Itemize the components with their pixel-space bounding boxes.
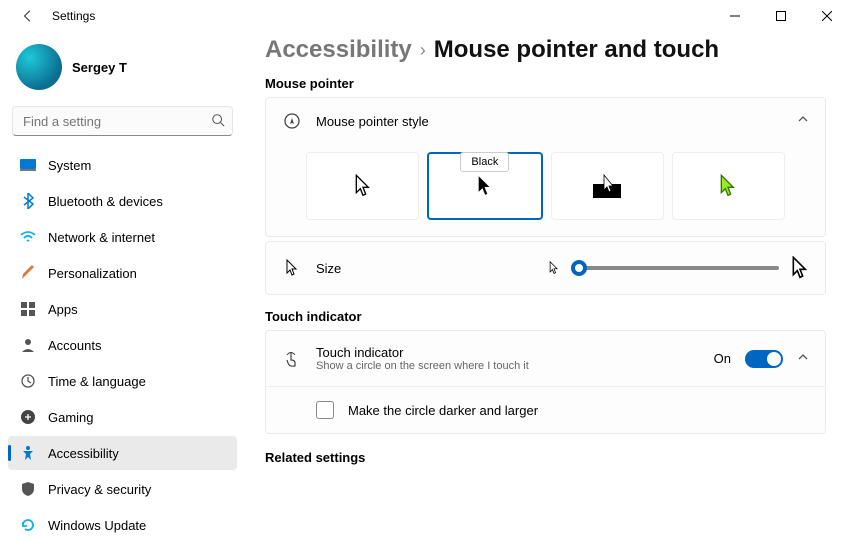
pointer-style-inverted[interactable] bbox=[551, 152, 664, 220]
main-content: Accessibility › Mouse pointer and touch … bbox=[245, 32, 850, 525]
large-cursor-icon bbox=[791, 256, 809, 280]
darker-label: Make the circle darker and larger bbox=[348, 403, 809, 418]
window-controls bbox=[712, 0, 850, 32]
close-button[interactable] bbox=[804, 0, 850, 32]
size-label: Size bbox=[316, 261, 535, 276]
search-box bbox=[12, 106, 233, 136]
back-button[interactable] bbox=[12, 9, 44, 23]
sidebar-item-label: Accounts bbox=[48, 338, 101, 353]
sidebar-item-network[interactable]: Network & internet bbox=[8, 220, 237, 254]
darker-checkbox[interactable] bbox=[316, 401, 334, 419]
touch-card-sub: Show a circle on the screen where I touc… bbox=[316, 360, 700, 372]
sidebar: Sergey T System Bluetooth & devices Netw… bbox=[0, 32, 245, 525]
sidebar-item-label: System bbox=[48, 158, 91, 173]
accessibility-icon bbox=[20, 445, 36, 461]
pointer-style-icon bbox=[282, 112, 302, 130]
sidebar-item-privacy[interactable]: Privacy & security bbox=[8, 472, 237, 506]
sidebar-item-label: Apps bbox=[48, 302, 78, 317]
section-touch-indicator: Touch indicator bbox=[265, 309, 826, 324]
pointer-style-options: Black bbox=[266, 144, 825, 236]
toggle-state: On bbox=[714, 351, 731, 366]
chevron-up-icon bbox=[797, 350, 809, 368]
sidebar-item-accessibility[interactable]: Accessibility bbox=[8, 436, 237, 470]
breadcrumb: Accessibility › Mouse pointer and touch bbox=[265, 36, 826, 64]
card-title: Mouse pointer style bbox=[316, 114, 783, 129]
sidebar-item-label: Personalization bbox=[48, 266, 137, 281]
pointer-size-row: Size bbox=[266, 242, 825, 294]
sidebar-item-label: Windows Update bbox=[48, 518, 146, 533]
titlebar: Settings bbox=[0, 0, 850, 32]
username: Sergey T bbox=[72, 60, 127, 75]
bluetooth-icon bbox=[20, 193, 36, 209]
sidebar-item-system[interactable]: System bbox=[8, 148, 237, 182]
slider-thumb[interactable] bbox=[571, 260, 587, 276]
sidebar-item-update[interactable]: Windows Update bbox=[8, 508, 237, 542]
window-title: Settings bbox=[44, 9, 712, 23]
sidebar-item-label: Network & internet bbox=[48, 230, 155, 245]
accounts-icon bbox=[20, 337, 36, 353]
touch-indicator-card: Touch indicator Show a circle on the scr… bbox=[265, 330, 826, 434]
chevron-up-icon bbox=[797, 112, 809, 130]
chevron-right-icon: › bbox=[420, 40, 426, 61]
mouse-pointer-style-header[interactable]: Mouse pointer style bbox=[266, 98, 825, 144]
sidebar-item-accounts[interactable]: Accounts bbox=[8, 328, 237, 362]
pointer-style-black[interactable]: Black bbox=[427, 152, 542, 220]
sidebar-item-label: Accessibility bbox=[48, 446, 119, 461]
sidebar-item-label: Privacy & security bbox=[48, 482, 151, 497]
minimize-button[interactable] bbox=[712, 0, 758, 32]
wifi-icon bbox=[20, 229, 36, 245]
sidebar-item-label: Time & language bbox=[48, 374, 146, 389]
section-related: Related settings bbox=[265, 450, 826, 465]
update-icon bbox=[20, 517, 36, 533]
search-input[interactable] bbox=[12, 106, 233, 136]
breadcrumb-parent[interactable]: Accessibility bbox=[265, 36, 412, 64]
nav-list: System Bluetooth & devices Network & int… bbox=[8, 148, 237, 542]
touch-toggle[interactable] bbox=[745, 350, 783, 368]
sidebar-item-time[interactable]: Time & language bbox=[8, 364, 237, 398]
sidebar-item-personalization[interactable]: Personalization bbox=[8, 256, 237, 290]
pointer-style-white[interactable] bbox=[306, 152, 419, 220]
sidebar-item-apps[interactable]: Apps bbox=[8, 292, 237, 326]
sidebar-item-label: Bluetooth & devices bbox=[48, 194, 163, 209]
system-icon bbox=[20, 157, 36, 173]
mouse-pointer-style-card: Mouse pointer style Black bbox=[265, 97, 826, 237]
pointer-style-custom[interactable] bbox=[672, 152, 785, 220]
sidebar-item-bluetooth[interactable]: Bluetooth & devices bbox=[8, 184, 237, 218]
touch-card-title: Touch indicator bbox=[316, 345, 700, 360]
gaming-icon bbox=[20, 409, 36, 425]
search-icon bbox=[211, 113, 225, 132]
avatar bbox=[16, 44, 62, 90]
section-mouse-pointer: Mouse pointer bbox=[265, 76, 826, 91]
user-block[interactable]: Sergey T bbox=[8, 40, 237, 106]
shield-icon bbox=[20, 481, 36, 497]
pointer-size-card: Size bbox=[265, 241, 826, 295]
sidebar-item-gaming[interactable]: Gaming bbox=[8, 400, 237, 434]
touch-indicator-header[interactable]: Touch indicator Show a circle on the scr… bbox=[266, 331, 825, 387]
size-slider[interactable] bbox=[571, 266, 779, 270]
touch-darker-row[interactable]: Make the circle darker and larger bbox=[266, 387, 825, 433]
brush-icon bbox=[20, 265, 36, 281]
touch-icon bbox=[282, 350, 302, 368]
sidebar-item-label: Gaming bbox=[48, 410, 94, 425]
pointer-size-icon bbox=[282, 259, 302, 277]
clock-icon bbox=[20, 373, 36, 389]
size-slider-block bbox=[549, 256, 809, 280]
page-title: Mouse pointer and touch bbox=[434, 36, 719, 64]
maximize-button[interactable] bbox=[758, 0, 804, 32]
tooltip: Black bbox=[460, 152, 509, 172]
apps-icon bbox=[20, 301, 36, 317]
small-cursor-icon bbox=[549, 261, 559, 275]
